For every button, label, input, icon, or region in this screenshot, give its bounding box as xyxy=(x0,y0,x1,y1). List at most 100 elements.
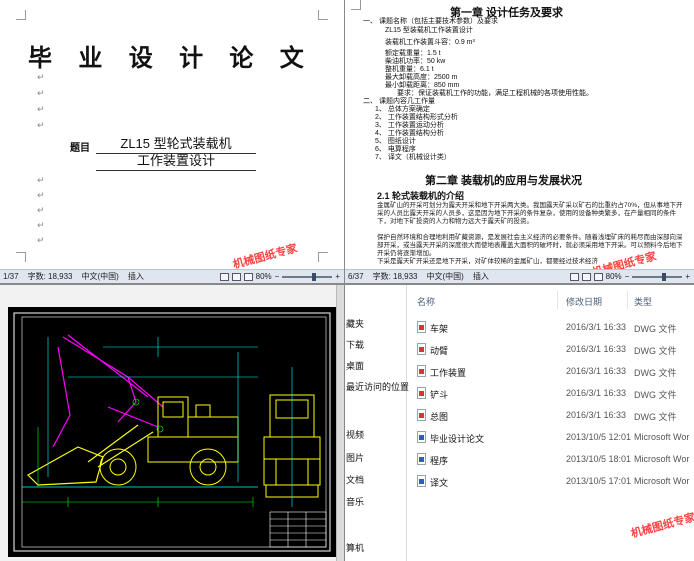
nav-item-pictures[interactable]: 图片 xyxy=(346,451,364,464)
print-layout-icon[interactable] xyxy=(569,272,579,281)
paragraph-mark: ↵ xyxy=(37,88,45,98)
cad-drawing-canvas[interactable] xyxy=(8,307,336,557)
page-corner-mark xyxy=(351,0,361,10)
full-screen-icon[interactable] xyxy=(581,272,591,281)
file-name: 车架 xyxy=(430,324,449,334)
full-screen-icon[interactable] xyxy=(231,272,241,281)
file-type: Microsoft Wor xyxy=(634,454,690,464)
file-row[interactable]: 程序 2013/10/5 18:01 Microsoft Wor xyxy=(415,450,694,470)
dwg-icon xyxy=(417,343,426,355)
task-item: 最大卸载高度：2500 m xyxy=(385,74,458,81)
column-header-date[interactable]: 修改日期 xyxy=(566,295,602,308)
watermark: 机械图纸专家 xyxy=(629,511,694,541)
paragraph-mark: ↵ xyxy=(37,120,45,130)
file-row[interactable]: 毕业设计论文 2013/10/5 12:01 Microsoft Wor xyxy=(415,428,694,448)
nav-item-music[interactable]: 音乐 xyxy=(346,495,364,508)
language-indicator[interactable]: 中文(中国) xyxy=(427,271,464,282)
zoom-in-icon[interactable]: + xyxy=(685,272,690,281)
nav-item-videos[interactable]: 视频 xyxy=(346,428,364,441)
file-explorer[interactable]: 藏夹 下载 桌面 最近访问的位置 视频 图片 文档 音乐 算机 名称 修改日期 … xyxy=(345,285,694,561)
zoom-slider[interactable] xyxy=(282,272,333,281)
task-item: 一、 课题名称（包括主要技术参数）及要求 xyxy=(363,18,498,25)
file-row[interactable]: 工作装置 2016/3/1 16:33 DWG 文件 xyxy=(415,362,694,382)
nav-item-favorites[interactable]: 藏夹 xyxy=(346,317,364,330)
language-indicator[interactable]: 中文(中国) xyxy=(82,271,119,282)
web-layout-icon[interactable] xyxy=(243,272,253,281)
file-row[interactable]: 车架 2016/3/1 16:33 DWG 文件 xyxy=(415,318,694,338)
column-header-type[interactable]: 类型 xyxy=(634,295,652,308)
pane-divider-vertical xyxy=(344,0,345,561)
word-document-cover[interactable]: 毕 业 设 计 论 文 ↵ ↵ ↵ ↵ ↵ ↵ ↵ ↵ ↵ 题目 ZL15 型轮… xyxy=(0,0,344,283)
zoom-level[interactable]: 80% xyxy=(606,272,622,281)
body-paragraph: 金属矿山的开采可划分为露天开采和地下开采两大类。我国露天矿采以矿石的比重约占70… xyxy=(377,202,683,225)
cad-drawing-viewer[interactable] xyxy=(0,285,344,561)
task-item: 额定载重量：1.5 t xyxy=(385,50,441,57)
task-item: 7、 译文（机械设计类） xyxy=(375,154,451,161)
dwg-icon xyxy=(417,365,426,377)
nav-item-recent[interactable]: 最近访问的位置 xyxy=(346,380,409,393)
task-item: 2、 工作装置结构形式分析 xyxy=(375,114,458,121)
navigation-pane: 藏夹 下载 桌面 最近访问的位置 视频 图片 文档 音乐 算机 xyxy=(345,285,409,561)
file-type: DWG 文件 xyxy=(634,390,677,400)
thesis-title: 毕 业 设 计 论 文 xyxy=(28,43,313,72)
word-count[interactable]: 字数: 18,933 xyxy=(28,271,73,282)
page-corner-mark xyxy=(318,10,328,20)
file-date: 2016/3/1 16:33 xyxy=(566,344,627,354)
dwg-icon xyxy=(417,321,426,333)
zoom-slider-handle[interactable] xyxy=(312,272,317,281)
page-corner-mark xyxy=(16,10,26,20)
zoom-out-icon[interactable]: − xyxy=(275,272,280,281)
loader-assembly-drawing xyxy=(13,312,331,552)
word-doc-icon xyxy=(417,475,426,487)
file-name: 总图 xyxy=(430,412,449,422)
task-item: 柴油机功率：50 kw xyxy=(385,58,446,65)
task-item: 3、 工作装置运动分析 xyxy=(375,122,444,129)
watermark: 机械图纸专家 xyxy=(231,242,299,272)
task-item: ZL15 型装载机工作装置设计 xyxy=(385,27,473,34)
file-row[interactable]: 动臂 2016/3/1 16:33 DWG 文件 xyxy=(415,340,694,360)
page-counter[interactable]: 6/37 xyxy=(348,272,364,281)
zoom-in-icon[interactable]: + xyxy=(335,272,340,281)
column-separator[interactable] xyxy=(627,291,628,309)
task-item: 装载机工作装置斗容：0.9 m³ xyxy=(385,39,475,46)
file-name: 铲斗 xyxy=(430,390,449,400)
file-name: 工作装置 xyxy=(430,368,467,378)
zoom-control: 80% − + xyxy=(219,272,344,281)
nav-item-downloads[interactable]: 下载 xyxy=(346,338,364,351)
nav-item-documents[interactable]: 文档 xyxy=(346,473,364,486)
file-row[interactable]: 总图 2016/3/1 16:33 DWG 文件 xyxy=(415,406,694,426)
zoom-out-icon[interactable]: − xyxy=(625,272,630,281)
boom-linkage xyxy=(52,334,164,448)
page-counter[interactable]: 1/37 xyxy=(3,272,19,281)
file-row[interactable]: 译文 2013/10/5 17:01 Microsoft Wor xyxy=(415,472,694,492)
word-count[interactable]: 字数: 18,933 xyxy=(373,271,418,282)
nav-item-desktop[interactable]: 桌面 xyxy=(346,359,364,372)
print-layout-icon[interactable] xyxy=(219,272,229,281)
nav-item-computer[interactable]: 算机 xyxy=(346,541,364,554)
topic-line-2: 工作装置设计 xyxy=(96,150,256,171)
task-item: 整机重量：6.1 t xyxy=(385,66,434,73)
zoom-slider-handle[interactable] xyxy=(662,272,667,281)
task-item: 最小卸载距离：850 mm xyxy=(385,82,460,89)
title-block xyxy=(269,511,327,548)
zoom-level[interactable]: 80% xyxy=(256,272,272,281)
insert-mode[interactable]: 插入 xyxy=(128,271,144,282)
vertical-scrollbar[interactable] xyxy=(336,285,344,561)
zoom-slider[interactable] xyxy=(632,272,683,281)
dimension-lines xyxy=(22,398,254,507)
file-date: 2013/10/5 17:01 xyxy=(566,476,632,486)
paragraph-mark: ↵ xyxy=(37,72,45,82)
web-layout-icon[interactable] xyxy=(593,272,603,281)
file-name: 动臂 xyxy=(430,346,449,356)
section-heading: 2.1 轮式装载机的介绍 xyxy=(377,191,465,201)
paragraph-mark: ↵ xyxy=(37,220,45,230)
file-date: 2016/3/1 16:33 xyxy=(566,410,627,420)
word-document-content[interactable]: 第一章 设计任务及要求 一、 课题名称（包括主要技术参数）及要求 ZL15 型装… xyxy=(345,0,694,283)
file-row[interactable]: 铲斗 2016/3/1 16:33 DWG 文件 xyxy=(415,384,694,404)
column-separator[interactable] xyxy=(557,291,558,309)
insert-mode[interactable]: 插入 xyxy=(473,271,489,282)
column-header-name[interactable]: 名称 xyxy=(417,295,435,308)
word-status-bar: 1/37 字数: 18,933 中文(中国) 插入 80% − + xyxy=(0,269,344,283)
file-type: Microsoft Wor xyxy=(634,432,690,442)
loader-body xyxy=(147,396,239,463)
